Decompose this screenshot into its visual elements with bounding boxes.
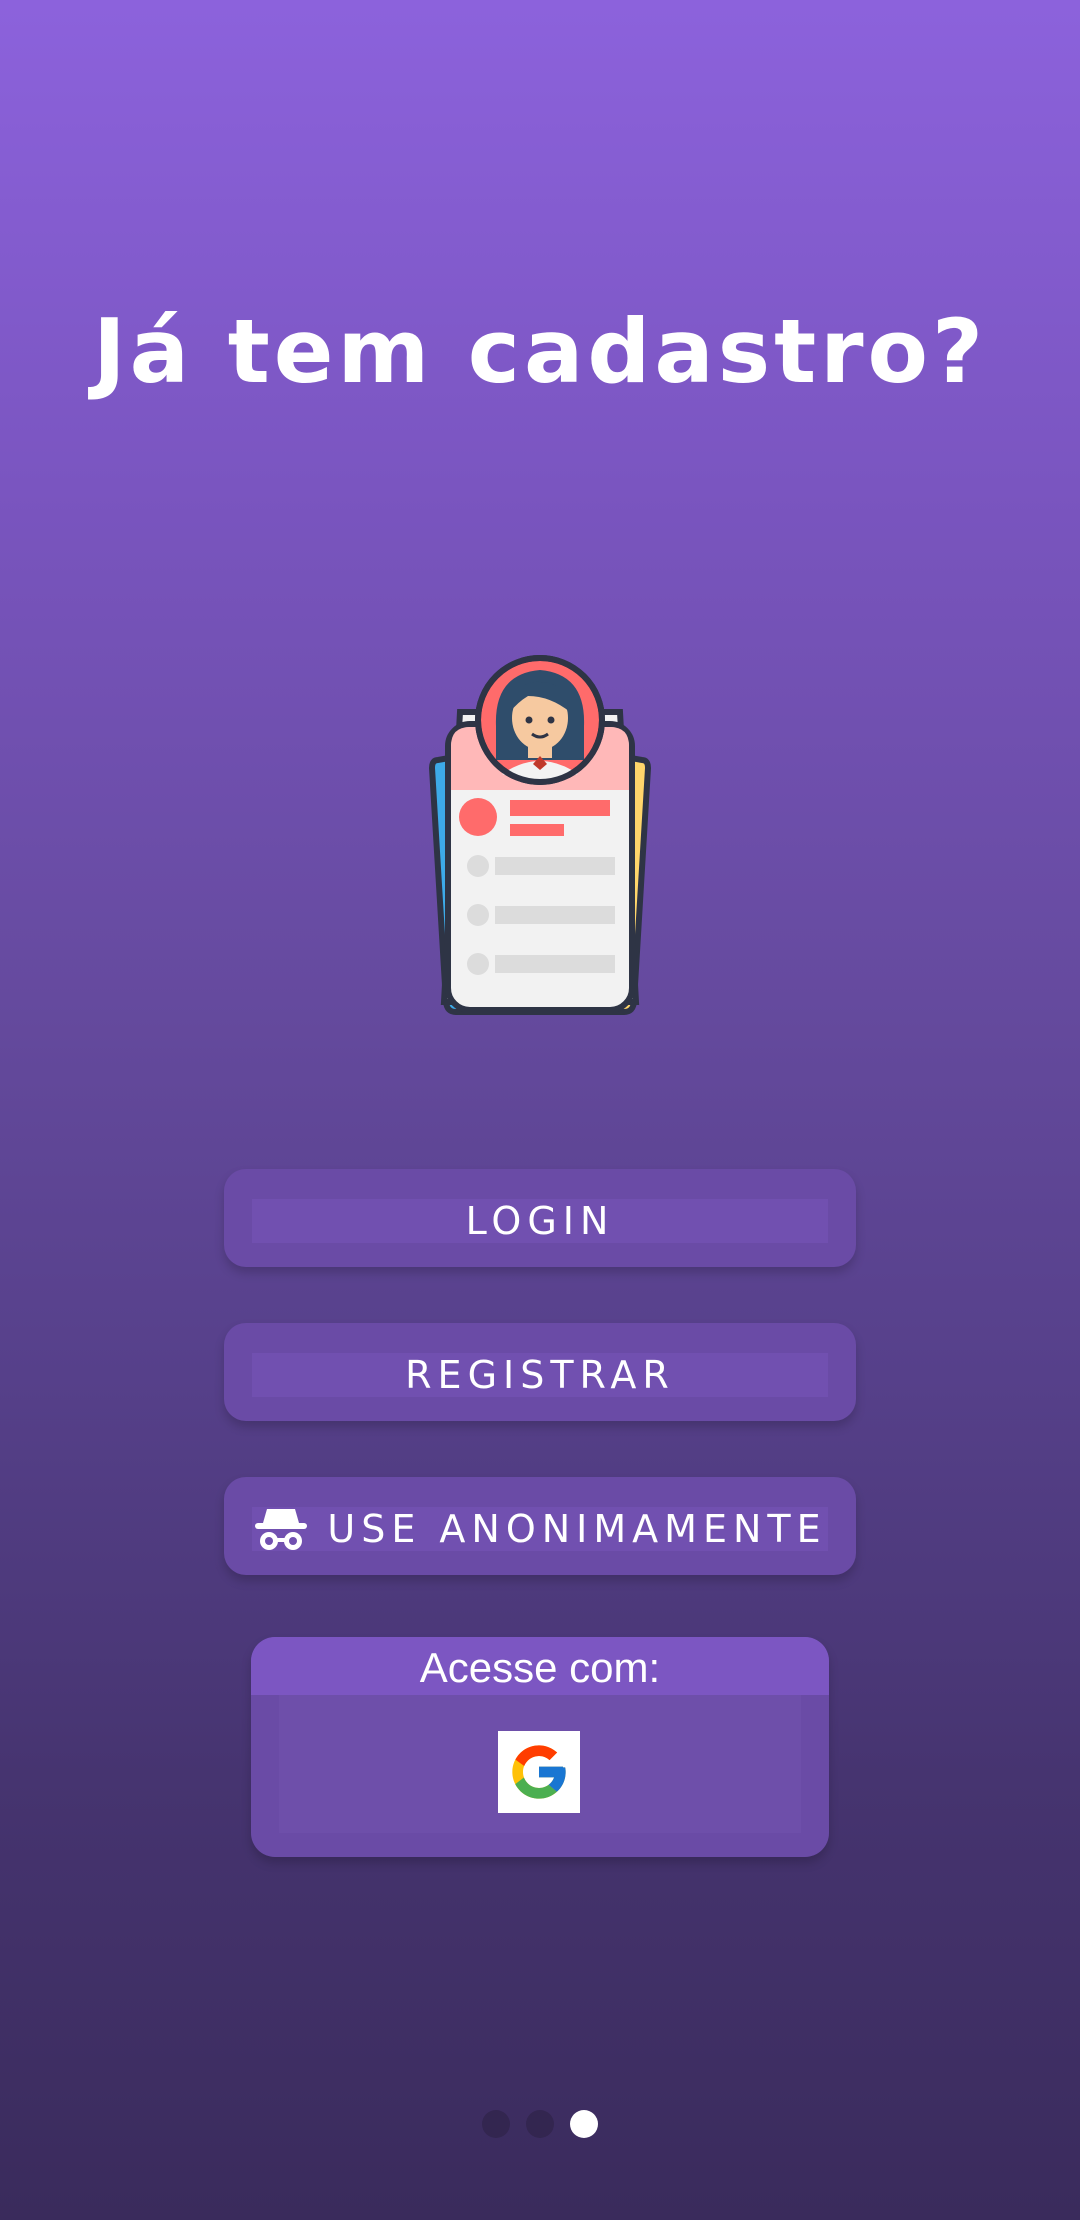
page-indicator xyxy=(0,2110,1080,2138)
register-button[interactable]: REGISTRAR xyxy=(224,1323,856,1421)
anonymous-button[interactable]: USE ANONIMAMENTE xyxy=(224,1477,856,1575)
profile-card-icon xyxy=(428,655,652,1015)
page-title: Já tem cadastro? xyxy=(92,300,988,403)
social-login-header: Acesse com: xyxy=(251,1637,829,1695)
incognito-icon xyxy=(255,1509,308,1550)
login-button-label: LOGIN xyxy=(465,1199,615,1243)
page-dot[interactable] xyxy=(526,2110,554,2138)
anonymous-button-label: USE ANONIMAMENTE xyxy=(327,1507,827,1551)
login-button[interactable]: LOGIN xyxy=(224,1169,856,1267)
page-dot[interactable] xyxy=(482,2110,510,2138)
social-login-card: Acesse com: xyxy=(251,1637,829,1857)
google-icon xyxy=(512,1745,566,1799)
google-login-button[interactable] xyxy=(498,1731,580,1813)
register-button-label: REGISTRAR xyxy=(405,1353,675,1397)
page-dot-active[interactable] xyxy=(570,2110,598,2138)
